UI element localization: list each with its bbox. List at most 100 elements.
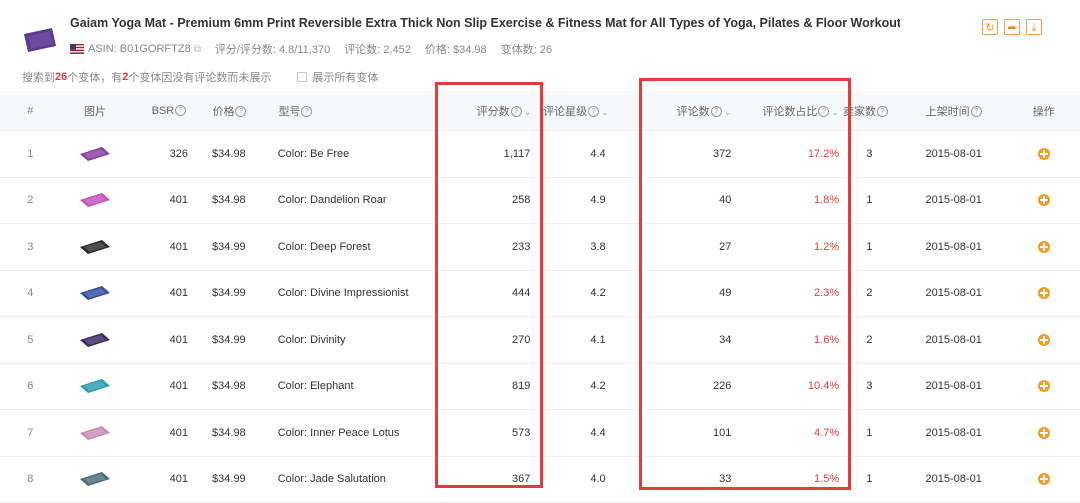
variant-total: 26 bbox=[55, 71, 67, 83]
row-review-ratio: 10.4% bbox=[731, 380, 839, 392]
row-num: 2 bbox=[0, 194, 61, 206]
external-link-icon[interactable]: ⧉ bbox=[194, 44, 201, 55]
col-sellers[interactable]: 卖家数? bbox=[839, 103, 900, 119]
row-model: Color: Deep Forest bbox=[246, 241, 433, 253]
col-rating-count[interactable]: 评分数?⌄ bbox=[433, 103, 531, 119]
row-num: 8 bbox=[0, 473, 61, 485]
row-rating-count: 233 bbox=[432, 241, 530, 253]
asin-label: ASIN: B01GORFTZ8 bbox=[88, 43, 191, 55]
col-model[interactable]: 型号? bbox=[246, 103, 433, 119]
table-row[interactable]: 5 401$34.99Color: Divinity2704.1341.6%22… bbox=[0, 317, 1080, 364]
row-star-rating: 4.2 bbox=[530, 380, 633, 392]
table-row[interactable]: 8 401$34.99Color: Jade Salutation3674.03… bbox=[0, 457, 1080, 503]
help-icon: ? bbox=[818, 106, 829, 117]
row-sellers: 1 bbox=[839, 194, 900, 206]
row-num: 1 bbox=[0, 148, 61, 160]
row-sellers: 3 bbox=[839, 380, 900, 392]
table-header: # 图片 BSR? 价格? 型号? 评分数?⌄ 评论星级?⌄ 评论数?⌄ 评论数… bbox=[0, 91, 1080, 131]
col-review-count[interactable]: 评论数?⌄ bbox=[633, 103, 731, 119]
table-row[interactable]: 6 401$34.98Color: Elephant8194.222610.4%… bbox=[0, 364, 1080, 411]
price-summary: 价格: $34.98 bbox=[425, 41, 487, 57]
yoga-mat-thumbnail bbox=[22, 26, 58, 54]
action-icon[interactable] bbox=[1038, 380, 1050, 392]
row-actions[interactable] bbox=[1008, 427, 1080, 439]
row-actions[interactable] bbox=[1008, 287, 1080, 299]
action-icon[interactable] bbox=[1038, 473, 1050, 485]
product-title[interactable]: Gaiam Yoga Mat - Premium 6mm Print Rever… bbox=[70, 16, 900, 30]
row-listed-date: 2015-08-01 bbox=[900, 194, 1008, 206]
row-actions[interactable] bbox=[1008, 473, 1080, 485]
row-price: $34.98 bbox=[188, 427, 246, 439]
row-image bbox=[61, 145, 130, 163]
yoga-mat-image bbox=[78, 284, 112, 302]
row-listed-date: 2015-08-01 bbox=[900, 148, 1008, 160]
row-review-ratio: 1.2% bbox=[731, 241, 839, 253]
show-all-variants-label[interactable]: 展示所有变体 bbox=[312, 69, 378, 85]
col-review-ratio[interactable]: 评论数占比?⌄ bbox=[731, 103, 839, 119]
action-icon[interactable] bbox=[1038, 148, 1050, 160]
refresh-icon[interactable]: ↻ bbox=[982, 19, 998, 35]
row-review-count: 101 bbox=[633, 427, 731, 439]
action-icon[interactable] bbox=[1038, 241, 1050, 253]
yoga-mat-image bbox=[78, 238, 112, 256]
table-row[interactable]: 4 401$34.99Color: Divine Impressionist44… bbox=[0, 271, 1080, 318]
row-sellers: 1 bbox=[839, 473, 900, 485]
help-icon: ? bbox=[235, 106, 246, 117]
yoga-mat-image bbox=[78, 191, 112, 209]
row-bsr: 401 bbox=[129, 194, 188, 206]
col-price[interactable]: 价格? bbox=[188, 103, 246, 119]
row-actions[interactable] bbox=[1008, 380, 1080, 392]
row-actions[interactable] bbox=[1008, 148, 1080, 160]
table-row[interactable]: 7 401$34.98Color: Inner Peace Lotus5734.… bbox=[0, 410, 1080, 457]
help-icon: ? bbox=[711, 106, 722, 117]
col-listed-date[interactable]: 上架时间? bbox=[900, 103, 1008, 119]
row-sellers: 2 bbox=[839, 334, 900, 346]
row-bsr: 401 bbox=[129, 287, 188, 299]
row-star-rating: 4.2 bbox=[530, 287, 633, 299]
action-icon[interactable] bbox=[1038, 427, 1050, 439]
row-price: $34.98 bbox=[188, 380, 246, 392]
variants-table: # 图片 BSR? 价格? 型号? 评分数?⌄ 评论星级?⌄ 评论数?⌄ 评论数… bbox=[0, 91, 1080, 503]
row-star-rating: 3.8 bbox=[530, 241, 633, 253]
col-bsr[interactable]: BSR? bbox=[129, 105, 188, 117]
rating-summary: 评分/评分数: 4.8/11,370 bbox=[215, 41, 330, 57]
row-price: $34.98 bbox=[188, 148, 246, 160]
action-icon[interactable] bbox=[1038, 334, 1050, 346]
row-num: 6 bbox=[0, 380, 61, 392]
help-icon: ? bbox=[175, 105, 186, 116]
row-star-rating: 4.1 bbox=[530, 334, 633, 346]
yoga-mat-image bbox=[78, 331, 112, 349]
row-actions[interactable] bbox=[1008, 334, 1080, 346]
action-icon[interactable] bbox=[1038, 194, 1050, 206]
row-image bbox=[61, 238, 130, 256]
share-icon[interactable]: ➦ bbox=[1004, 19, 1020, 35]
row-image bbox=[61, 284, 130, 302]
yoga-mat-image bbox=[78, 377, 112, 395]
row-actions[interactable] bbox=[1008, 194, 1080, 206]
download-icon[interactable]: ⤓ bbox=[1026, 19, 1042, 35]
product-meta: ASIN: B01GORFTZ8 ⧉ 评分/评分数: 4.8/11,370 评论… bbox=[70, 41, 552, 57]
row-model: Color: Divine Impressionist bbox=[246, 287, 433, 299]
row-model: Color: Divinity bbox=[246, 334, 433, 346]
show-all-variants-checkbox[interactable] bbox=[297, 72, 307, 82]
row-review-count: 34 bbox=[633, 334, 731, 346]
row-review-ratio: 4.7% bbox=[731, 427, 839, 439]
row-actions[interactable] bbox=[1008, 241, 1080, 253]
row-sellers: 2 bbox=[839, 287, 900, 299]
row-listed-date: 2015-08-01 bbox=[900, 241, 1008, 253]
row-review-ratio: 2.3% bbox=[731, 287, 839, 299]
sort-icon: ⌄ bbox=[831, 107, 839, 117]
row-rating-count: 367 bbox=[432, 473, 530, 485]
row-rating-count: 258 bbox=[432, 194, 530, 206]
table-row[interactable]: 2 401$34.98Color: Dandelion Roar2584.940… bbox=[0, 178, 1080, 225]
row-price: $34.99 bbox=[188, 473, 246, 485]
table-row[interactable]: 3 401$34.99Color: Deep Forest2333.8271.2… bbox=[0, 224, 1080, 271]
row-bsr: 401 bbox=[129, 241, 188, 253]
row-review-count: 372 bbox=[633, 148, 731, 160]
search-note: 搜索到 26 个变体，有 2 个变体因没有评论数而未展示 展示所有变体 bbox=[22, 69, 378, 85]
row-star-rating: 4.0 bbox=[530, 473, 633, 485]
col-num: # bbox=[0, 105, 61, 117]
table-row[interactable]: 1 326$34.98Color: Be Free1,1174.437217.2… bbox=[0, 131, 1080, 178]
action-icon[interactable] bbox=[1038, 287, 1050, 299]
col-star-rating[interactable]: 评论星级?⌄ bbox=[531, 103, 633, 119]
